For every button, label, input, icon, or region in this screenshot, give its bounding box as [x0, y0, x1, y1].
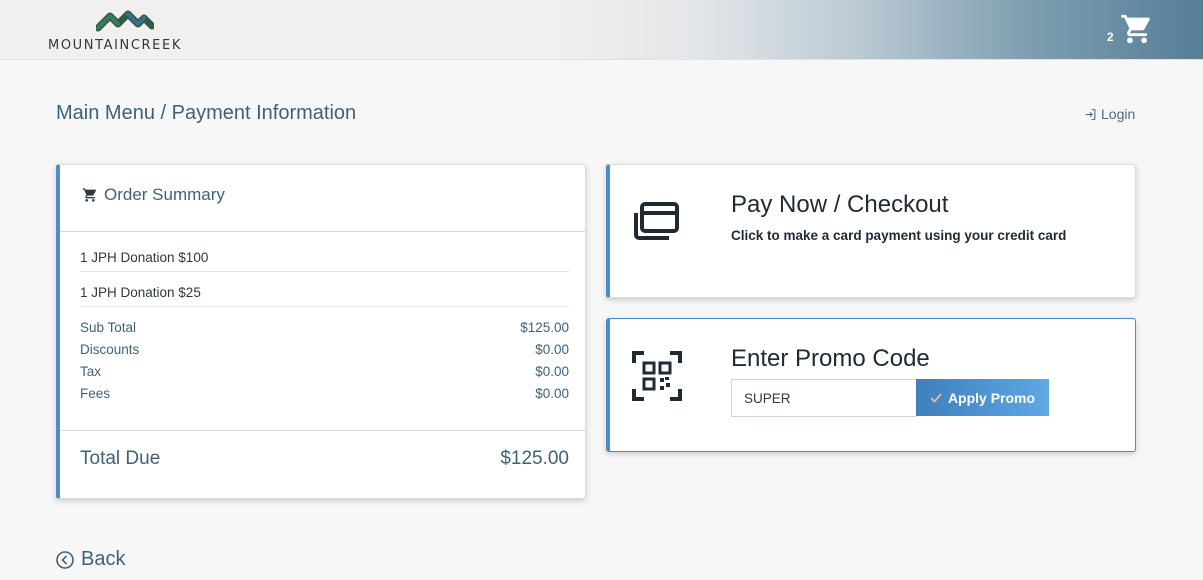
cart-small-icon	[82, 188, 97, 202]
row-label: Sub Total	[80, 320, 137, 335]
cart-button[interactable]: 2	[1107, 10, 1157, 50]
promo-heading: Enter Promo Code	[731, 345, 930, 372]
mountain-creek-logo[interactable]: MOUNTAINCREEK	[48, 6, 208, 54]
row-value: $125.00	[520, 320, 569, 335]
credit-card-icon	[634, 202, 679, 240]
fees-row: Fees $0.00	[80, 386, 569, 401]
tax-row: Tax $0.00	[80, 364, 569, 379]
divider	[60, 430, 585, 431]
line-item: 1 JPH Donation $25	[80, 285, 569, 307]
mountain-logo-icon	[96, 10, 154, 32]
top-header: MOUNTAINCREEK 2	[0, 0, 1203, 60]
back-arrow-icon	[56, 550, 74, 569]
pay-now-heading: Pay Now / Checkout	[731, 191, 949, 218]
pay-now-description: Click to make a card payment using your …	[731, 228, 1067, 243]
order-summary-title: Order Summary	[104, 185, 225, 204]
discounts-row: Discounts $0.00	[80, 342, 569, 357]
logo-wordmark: MOUNTAINCREEK	[48, 38, 182, 53]
line-item: 1 JPH Donation $100	[80, 250, 569, 272]
order-summary-header: Order Summary	[82, 185, 225, 205]
total-due-row: Total Due $125.00	[80, 448, 569, 470]
row-label: Tax	[80, 364, 102, 379]
apply-promo-button[interactable]: Apply Promo	[916, 379, 1049, 416]
divider	[60, 231, 585, 232]
order-summary-card: Order Summary 1 JPH Donation $100 1 JPH …	[56, 164, 586, 499]
row-label: Fees	[80, 386, 111, 401]
row-label: Discounts	[80, 342, 140, 357]
qr-code-icon	[632, 351, 682, 401]
subtotal-row: Sub Total $125.00	[80, 320, 569, 335]
back-link[interactable]: Back	[56, 548, 125, 571]
login-link[interactable]: Login	[1084, 106, 1135, 122]
total-due-label: Total Due	[80, 448, 161, 469]
cart-count-badge: 2	[1107, 30, 1114, 44]
row-value: $0.00	[535, 386, 569, 401]
row-value: $0.00	[535, 342, 569, 357]
login-icon	[1085, 108, 1096, 120]
total-due-value: $125.00	[500, 448, 569, 469]
back-label: Back	[81, 548, 126, 570]
login-label: Login	[1101, 106, 1136, 122]
promo-code-input[interactable]	[731, 379, 917, 417]
shopping-cart-icon	[1121, 14, 1150, 44]
page-breadcrumb[interactable]: Main Menu / Payment Information	[56, 102, 356, 125]
apply-promo-label: Apply Promo	[947, 389, 1036, 406]
checkmark-icon	[930, 392, 942, 403]
pay-now-card[interactable]: Pay Now / Checkout Click to make a card …	[606, 164, 1136, 298]
row-value: $0.00	[535, 364, 569, 379]
promo-code-card: Enter Promo Code Apply Promo	[606, 318, 1136, 452]
